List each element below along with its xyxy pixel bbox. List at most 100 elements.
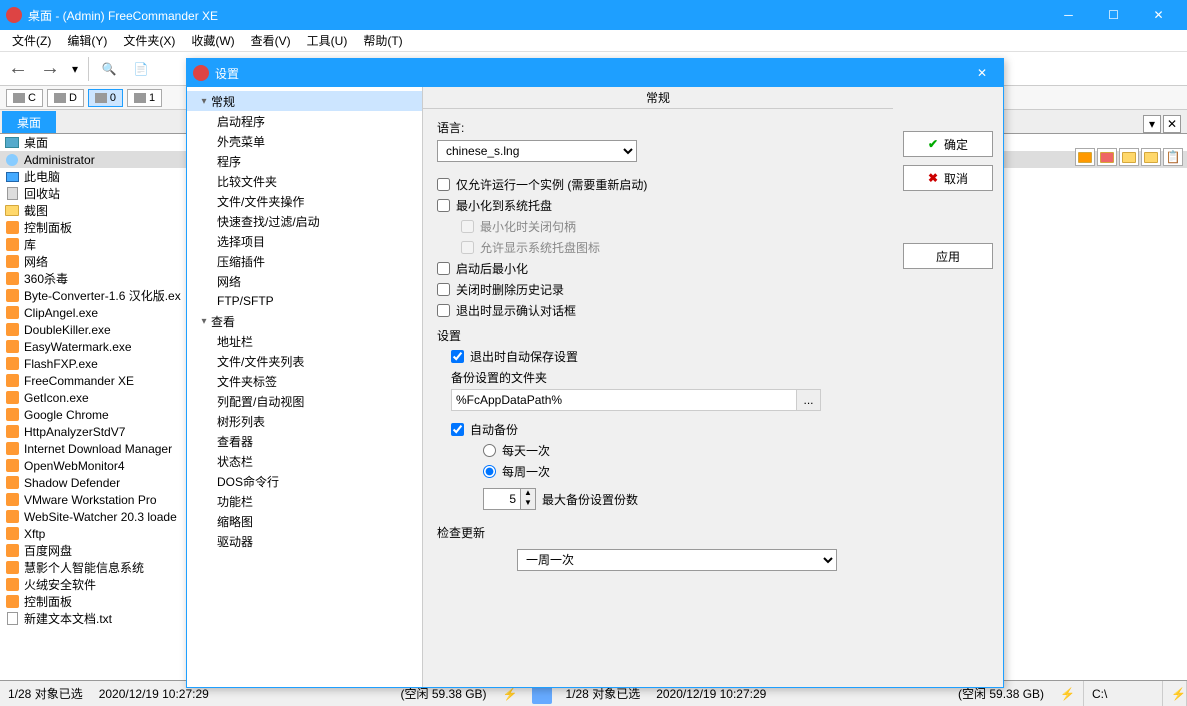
tree-item-label: 地址栏 bbox=[217, 333, 253, 350]
file-name: 控制面板 bbox=[24, 219, 72, 236]
tree-item[interactable]: ▾查看 bbox=[187, 311, 422, 331]
copy-button[interactable]: 📋 bbox=[1163, 148, 1183, 166]
nav-back-button[interactable]: ← bbox=[4, 55, 32, 83]
settings-tree[interactable]: ▾常规启动程序外壳菜单程序比较文件夹文件/文件夹操作快速查找/过滤/启动选择项目… bbox=[187, 87, 423, 687]
tree-expander-icon: ▾ bbox=[197, 96, 211, 107]
backup-daily-radio[interactable] bbox=[483, 444, 496, 457]
update-frequency-select[interactable]: 一周一次 bbox=[517, 549, 837, 571]
nav-dropdown-button[interactable]: ▾ bbox=[68, 55, 82, 83]
tree-item[interactable]: 状态栏 bbox=[187, 451, 422, 471]
tree-item[interactable]: 文件/文件夹列表 bbox=[187, 351, 422, 371]
backup-folder-input[interactable] bbox=[452, 390, 796, 410]
tree-item[interactable]: 程序 bbox=[187, 151, 422, 171]
tree-item[interactable]: 文件夹标签 bbox=[187, 371, 422, 391]
tree-item[interactable]: 压缩插件 bbox=[187, 251, 422, 271]
status-left-selection: 1/28 对象已选 bbox=[0, 685, 91, 702]
max-backups-input[interactable] bbox=[484, 489, 520, 509]
x-icon: ✖ bbox=[928, 171, 938, 185]
app-icon bbox=[6, 7, 22, 23]
document-button[interactable]: 📄 bbox=[127, 55, 155, 83]
maximize-button[interactable]: ☐ bbox=[1091, 0, 1136, 30]
menu-item[interactable]: 编辑(Y) bbox=[59, 30, 115, 51]
tree-item[interactable]: 查看器 bbox=[187, 431, 422, 451]
backup-weekly-label: 每周一次 bbox=[502, 463, 550, 480]
file-icon bbox=[4, 322, 20, 338]
browse-folder-button[interactable]: ... bbox=[796, 390, 820, 410]
close-button[interactable]: ✕ bbox=[1136, 0, 1181, 30]
file-name: Administrator bbox=[24, 153, 95, 167]
language-select[interactable]: chinese_s.lng bbox=[437, 140, 637, 162]
tree-item[interactable]: 快速查找/过滤/启动 bbox=[187, 211, 422, 231]
tree-item[interactable]: 网络 bbox=[187, 271, 422, 291]
tree-item[interactable]: 文件/文件夹操作 bbox=[187, 191, 422, 211]
file-name: VMware Workstation Pro bbox=[24, 493, 157, 507]
cancel-button[interactable]: ✖取消 bbox=[903, 165, 993, 191]
file-icon bbox=[4, 509, 20, 525]
tree-item[interactable]: 树形列表 bbox=[187, 411, 422, 431]
drive-button[interactable]: C bbox=[6, 89, 43, 107]
tree-item[interactable]: 启动程序 bbox=[187, 111, 422, 131]
tree-item-label: 列配置/自动视图 bbox=[217, 393, 304, 410]
minimize-tray-label: 最小化到系统托盘 bbox=[456, 197, 552, 214]
clear-history-checkbox[interactable] bbox=[437, 283, 450, 296]
tree-item[interactable]: 驱动器 bbox=[187, 531, 422, 551]
path-dropdown-button[interactable]: ▾ bbox=[1143, 115, 1161, 133]
file-name: ClipAngel.exe bbox=[24, 306, 98, 320]
menu-item[interactable]: 查看(V) bbox=[243, 30, 299, 51]
file-name: 桌面 bbox=[24, 134, 48, 151]
backup-weekly-radio[interactable] bbox=[483, 465, 496, 478]
menu-item[interactable]: 收藏(W) bbox=[183, 30, 242, 51]
tree-item[interactable]: 地址栏 bbox=[187, 331, 422, 351]
minimize-button[interactable]: ─ bbox=[1046, 0, 1091, 30]
file-icon bbox=[4, 594, 20, 610]
menu-item[interactable]: 文件(Z) bbox=[4, 30, 59, 51]
quick-folder-3[interactable] bbox=[1119, 148, 1139, 166]
tree-item-label: 状态栏 bbox=[217, 453, 253, 470]
file-name: 新建文本文档.txt bbox=[24, 610, 112, 627]
menu-item[interactable]: 帮助(T) bbox=[355, 30, 410, 51]
minimize-tray-checkbox[interactable] bbox=[437, 199, 450, 212]
search-button[interactable]: 🔍 bbox=[95, 55, 123, 83]
quick-folder-2[interactable] bbox=[1097, 148, 1117, 166]
status-bolt-icon[interactable]: ⚡ bbox=[1163, 681, 1187, 706]
quick-folder-4[interactable] bbox=[1141, 148, 1161, 166]
tree-item-label: 快速查找/过滤/启动 bbox=[217, 213, 320, 230]
confirm-exit-checkbox[interactable] bbox=[437, 304, 450, 317]
start-minimized-label: 启动后最小化 bbox=[456, 260, 528, 277]
tree-item[interactable]: 比较文件夹 bbox=[187, 171, 422, 191]
tree-item[interactable]: FTP/SFTP bbox=[187, 291, 422, 311]
tab-desktop[interactable]: 桌面 bbox=[2, 111, 56, 133]
tree-item[interactable]: DOS命令行 bbox=[187, 471, 422, 491]
start-minimized-checkbox[interactable] bbox=[437, 262, 450, 275]
tree-item[interactable]: 列配置/自动视图 bbox=[187, 391, 422, 411]
file-icon bbox=[4, 271, 20, 287]
file-name: 360杀毒 bbox=[24, 270, 68, 287]
max-backups-stepper[interactable]: ▲▼ bbox=[483, 488, 536, 510]
file-icon bbox=[4, 203, 20, 219]
apply-button[interactable]: 应用 bbox=[903, 243, 993, 269]
drive-button[interactable]: 0 bbox=[88, 89, 123, 107]
autobackup-checkbox[interactable] bbox=[451, 423, 464, 436]
autosave-checkbox[interactable] bbox=[451, 350, 464, 363]
stepper-down-button[interactable]: ▼ bbox=[521, 499, 535, 509]
tree-item[interactable]: 缩略图 bbox=[187, 511, 422, 531]
nav-forward-button[interactable]: → bbox=[36, 55, 64, 83]
tree-item[interactable]: 选择项目 bbox=[187, 231, 422, 251]
file-icon bbox=[4, 169, 20, 185]
quick-folder-1[interactable] bbox=[1075, 148, 1095, 166]
tree-item[interactable]: ▾常规 bbox=[187, 91, 422, 111]
drive-button[interactable]: D bbox=[47, 89, 84, 107]
max-backups-label: 最大备份设置份数 bbox=[542, 491, 638, 508]
tree-item[interactable]: 功能栏 bbox=[187, 491, 422, 511]
drive-button[interactable]: 1 bbox=[127, 89, 162, 107]
dialog-icon bbox=[193, 65, 209, 81]
file-name: Internet Download Manager bbox=[24, 442, 172, 456]
tree-item[interactable]: 外壳菜单 bbox=[187, 131, 422, 151]
path-close-button[interactable]: ✕ bbox=[1163, 115, 1181, 133]
menu-item[interactable]: 工具(U) bbox=[299, 30, 356, 51]
dialog-close-button[interactable]: ✕ bbox=[967, 59, 997, 87]
single-instance-checkbox[interactable] bbox=[437, 178, 450, 191]
menu-item[interactable]: 文件夹(X) bbox=[115, 30, 183, 51]
tree-item-label: 常规 bbox=[211, 93, 235, 110]
ok-button[interactable]: ✔确定 bbox=[903, 131, 993, 157]
